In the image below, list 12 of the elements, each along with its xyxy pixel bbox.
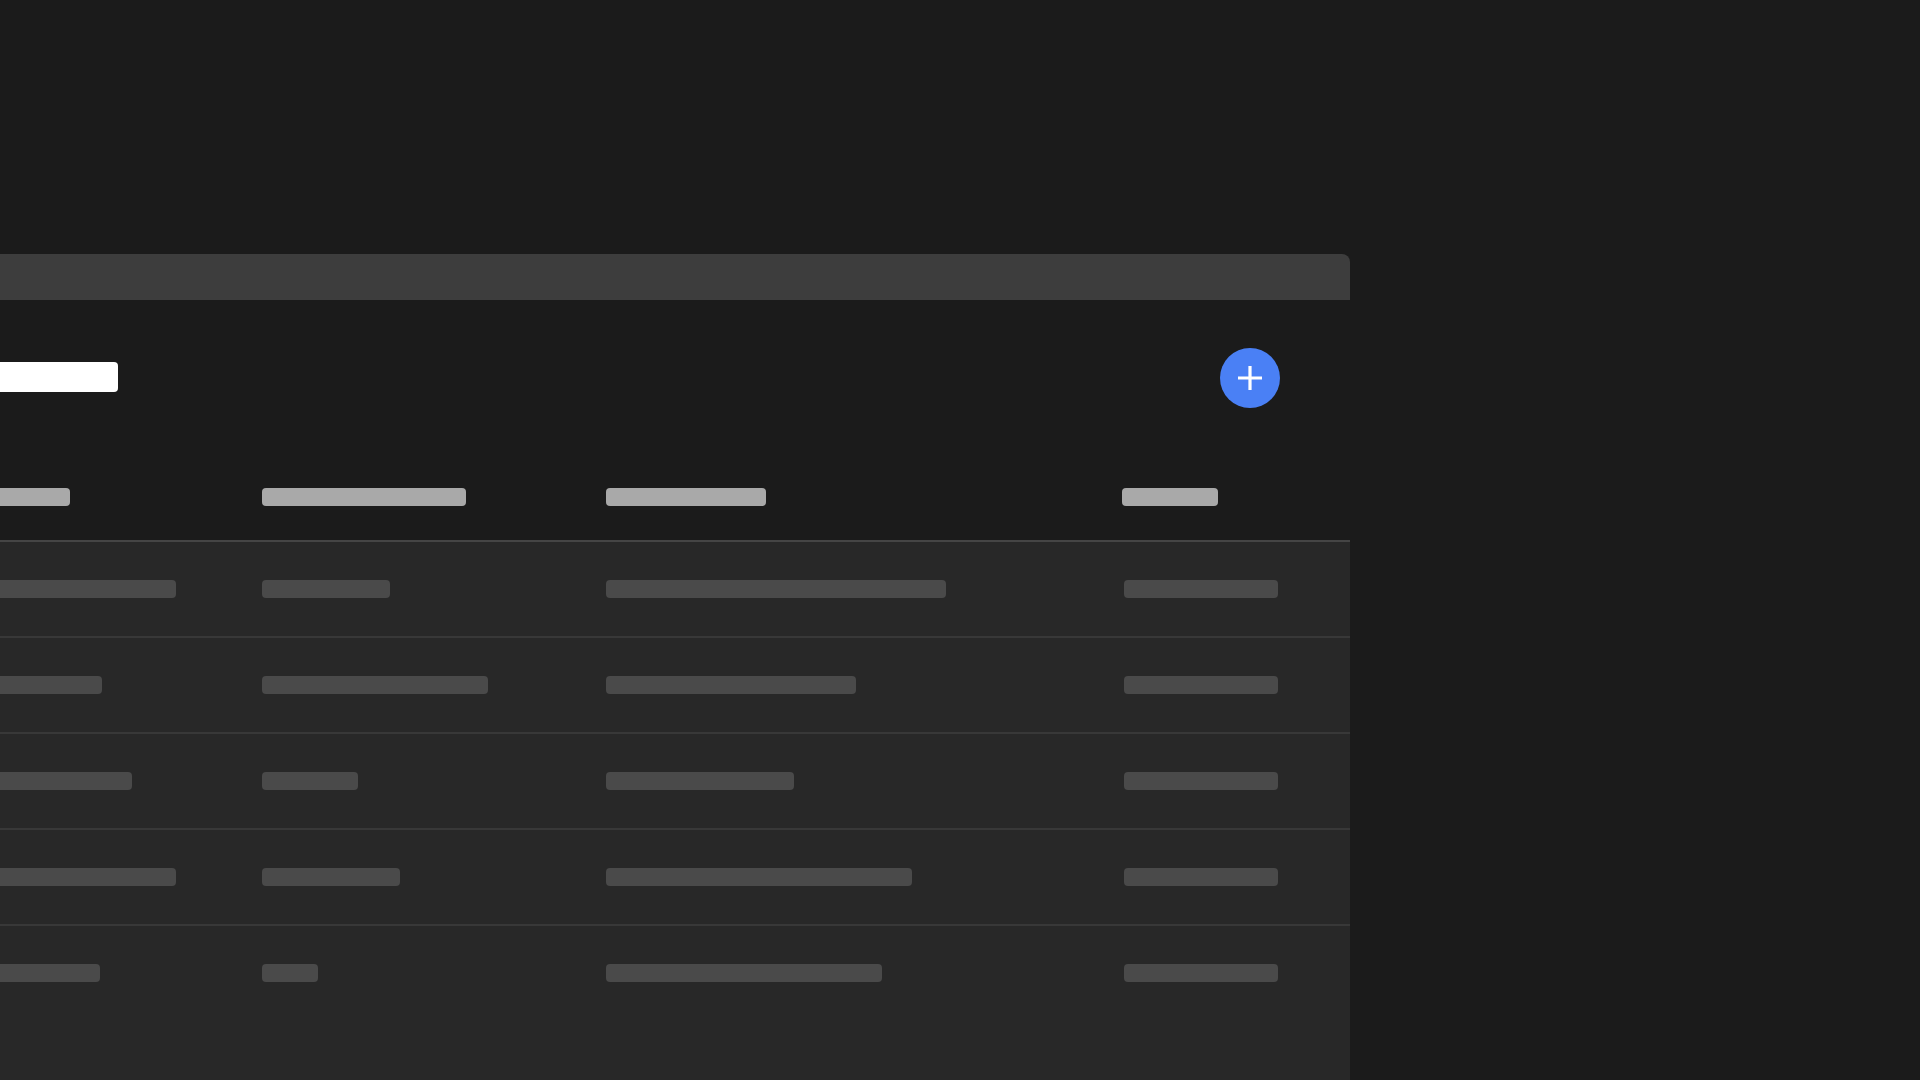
add-button[interactable]	[1220, 347, 1280, 407]
heading-placeholder	[0, 361, 118, 391]
plus-icon	[1238, 365, 1262, 389]
cell-placeholder	[262, 868, 400, 886]
column-header-placeholder	[0, 487, 70, 505]
cell-placeholder	[262, 772, 358, 790]
cell-placeholder	[0, 964, 100, 982]
column-header-placeholder	[1122, 487, 1218, 505]
cell-placeholder	[0, 676, 102, 694]
cell-placeholder	[0, 772, 132, 790]
cell-placeholder	[262, 580, 390, 598]
cell-placeholder	[262, 964, 318, 982]
